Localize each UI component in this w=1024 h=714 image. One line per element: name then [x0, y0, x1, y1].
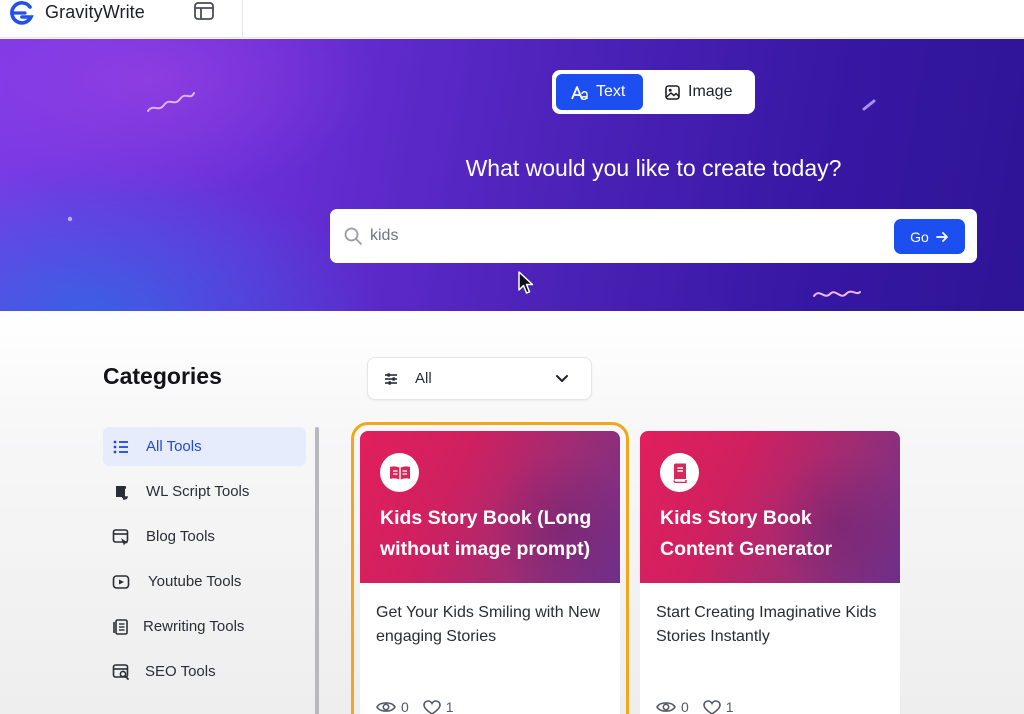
go-button[interactable]: Go	[894, 219, 965, 254]
card-icon-badge	[660, 453, 699, 492]
mouse-cursor-icon	[518, 271, 534, 294]
search-icon	[344, 227, 362, 245]
views-count: 0	[401, 699, 409, 714]
views-count: 0	[681, 699, 689, 714]
sidebar-item-label: Rewriting Tools	[143, 618, 245, 635]
mode-switch: Text Image	[552, 70, 755, 114]
list-icon	[113, 440, 128, 454]
card-description: Get Your Kids Smiling with New engaging …	[376, 604, 601, 645]
decorative-dot-icon	[67, 216, 73, 222]
decorative-dash-icon	[862, 99, 876, 111]
sliders-icon	[385, 373, 397, 385]
card-description: Start Creating Imaginative Kids Stories …	[656, 604, 877, 645]
sidebar-item-blog-tools[interactable]: Blog Tools	[103, 517, 306, 556]
sidebar-item-youtube-tools[interactable]: Youtube Tools	[103, 562, 306, 601]
search-input[interactable]	[370, 223, 870, 249]
card-title: Kids Story Book Content Generator	[660, 507, 833, 560]
sidebar-item-label: Youtube Tools	[148, 573, 242, 590]
decorative-squiggle-icon	[813, 290, 861, 297]
tool-card-kids-story-book-long[interactable]: Kids Story Book (Long without image prom…	[351, 422, 629, 714]
top-bar: GravityWrite	[0, 0, 1024, 38]
sidebar-item-seo-tools[interactable]: SEO Tools	[103, 652, 306, 691]
card-title: Kids Story Book (Long without image prom…	[380, 507, 592, 560]
tools-section: Categories All All Tools WL Script Tools…	[0, 311, 1024, 714]
chevron-down-icon	[556, 375, 568, 382]
sidebar-item-rewriting-tools[interactable]: Rewriting Tools	[103, 607, 306, 646]
topbar-divider	[242, 0, 243, 38]
sidebar-toggle-icon[interactable]	[193, 1, 215, 21]
mode-image-label: Image	[688, 83, 733, 100]
mode-image-button[interactable]: Image	[652, 74, 750, 110]
card-stats: 0 1	[656, 699, 734, 714]
youtube-icon	[112, 575, 130, 589]
sidebar-item-wl-script-tools[interactable]: WL Script Tools	[103, 472, 306, 511]
heart-icon	[702, 699, 721, 714]
tool-card-kids-story-book-content-generator[interactable]: Kids Story Book Content Generator Start …	[640, 431, 900, 714]
sidebar-item-label: WL Script Tools	[146, 483, 250, 500]
sidebar-item-label: Blog Tools	[146, 528, 215, 545]
category-filter-dropdown[interactable]: All	[367, 357, 592, 400]
card-stats: 0 1	[376, 699, 454, 714]
go-label: Go	[910, 228, 929, 245]
arrow-right-icon	[935, 231, 948, 242]
text-icon	[571, 85, 588, 100]
likes-count: 1	[725, 699, 734, 714]
decorative-squiggle-icon	[147, 92, 195, 112]
category-list: All Tools WL Script Tools Blog Tools You…	[103, 427, 306, 697]
sidebar-item-label: SEO Tools	[145, 663, 216, 680]
categories-title: Categories	[103, 363, 222, 389]
mode-text-label: Text	[596, 83, 626, 100]
search-box: Go	[330, 209, 977, 263]
rewrite-icon	[113, 619, 128, 635]
filter-selected-value: All	[415, 370, 432, 387]
hero-title: What would you like to create today?	[465, 155, 842, 181]
likes-stat[interactable]: 1	[422, 699, 454, 714]
heart-icon	[422, 699, 441, 714]
mode-text-button[interactable]: Text	[556, 74, 643, 110]
sidebar-item-label: All Tools	[146, 438, 202, 455]
eye-icon	[656, 702, 676, 712]
card-header: Kids Story Book Content Generator	[640, 431, 900, 583]
blog-icon	[112, 529, 129, 546]
category-scrollbar[interactable]	[315, 427, 319, 714]
brand-name[interactable]: GravityWrite	[45, 2, 145, 23]
seo-icon	[112, 664, 129, 680]
script-icon	[116, 486, 128, 500]
card-header: Kids Story Book (Long without image prom…	[360, 431, 620, 583]
views-stat: 0	[656, 699, 689, 714]
hero-banner: Text Image What would you like to create…	[0, 39, 1024, 311]
gravitywrite-logo-icon[interactable]	[8, 1, 36, 25]
card-icon-badge	[380, 453, 419, 492]
sidebar-item-all-tools[interactable]: All Tools	[103, 427, 306, 466]
book-icon	[672, 463, 687, 483]
likes-count: 1	[445, 699, 454, 714]
image-icon	[665, 84, 680, 100]
likes-stat[interactable]: 1	[702, 699, 734, 714]
views-stat: 0	[376, 699, 409, 714]
open-book-icon	[389, 465, 410, 480]
eye-icon	[376, 702, 396, 712]
